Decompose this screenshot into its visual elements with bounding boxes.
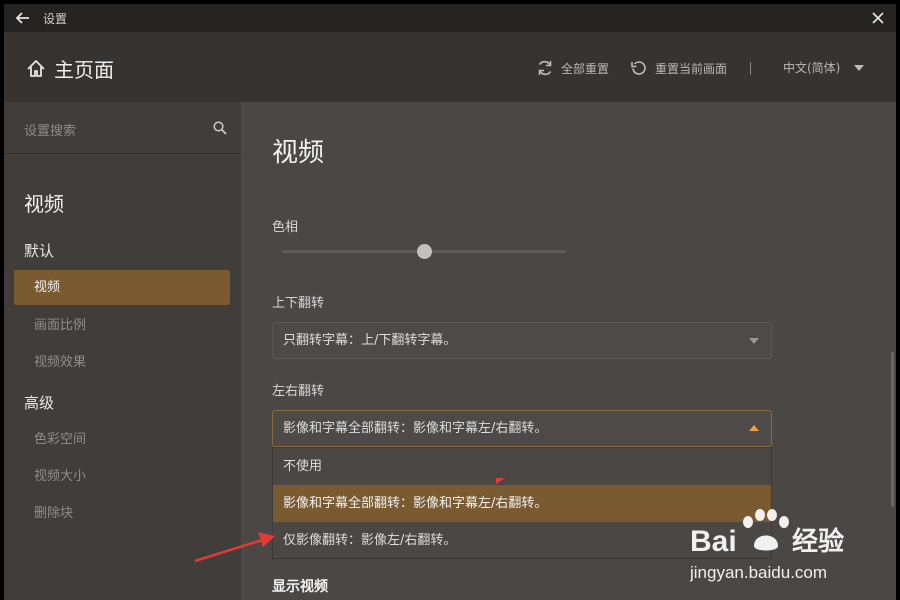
baidu-jingyan-watermark: Bai 经验 jingyan.baidu.com xyxy=(690,509,844,582)
paw-icon xyxy=(743,509,789,551)
watermark-brand-right: 经验 xyxy=(792,526,844,556)
annotation-arrow-small-icon xyxy=(496,478,505,484)
watermark-url: jingyan.baidu.com xyxy=(690,563,827,582)
annotation-arrow-icon xyxy=(194,532,275,563)
watermark-brand-left: Bai xyxy=(690,525,737,558)
